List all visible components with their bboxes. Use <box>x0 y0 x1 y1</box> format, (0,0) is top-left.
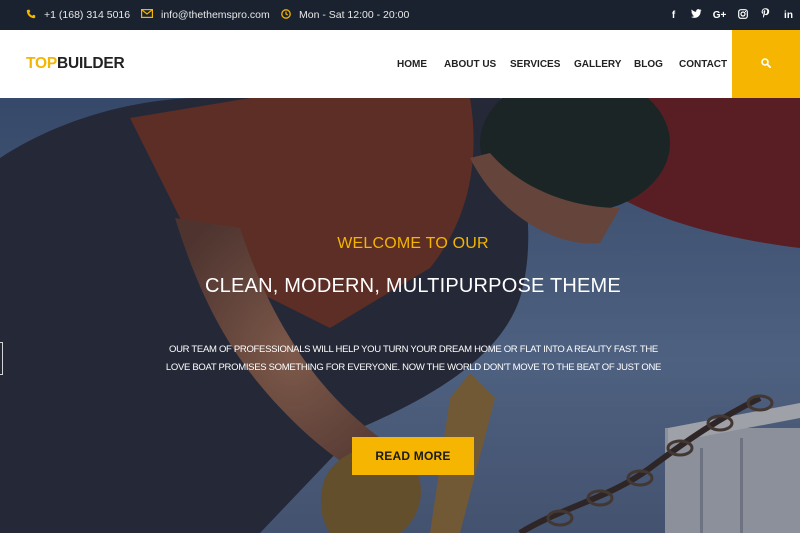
social-links: f G+ in <box>662 0 800 30</box>
phone-text: +1 (168) 314 5016 <box>44 9 131 21</box>
slider-prev-arrow[interactable] <box>0 342 3 375</box>
hours-info: Mon - Sat 12:00 - 20:00 <box>281 0 409 30</box>
linkedin-icon[interactable]: in <box>777 10 800 21</box>
hero-description: OUR TEAM OF PROFESSIONALS WILL HELP YOU … <box>165 341 662 377</box>
facebook-icon[interactable]: f <box>662 10 685 21</box>
hours-text: Mon - Sat 12:00 - 20:00 <box>299 9 410 21</box>
read-more-button[interactable]: READ MORE <box>352 437 474 475</box>
search-button[interactable] <box>732 30 800 98</box>
nav-blog[interactable]: BLOG <box>634 59 663 70</box>
main-header: TOPBUILDER HOME ABOUT US SERVICES GALLER… <box>0 30 800 98</box>
pinterest-icon[interactable] <box>754 8 777 22</box>
top-bar: +1 (168) 314 5016 info@thethemspro.com M… <box>0 0 800 30</box>
hero-description-line-1: OUR TEAM OF PROFESSIONALS WILL HELP YOU … <box>169 344 658 355</box>
envelope-icon <box>141 9 154 21</box>
google-plus-icon[interactable]: G+ <box>708 10 731 21</box>
instagram-icon[interactable] <box>731 8 754 22</box>
logo-part-builder: BUILDER <box>56 55 125 72</box>
email-text: info@thethemspro.com <box>161 9 270 21</box>
hero-description-line-2: LOVE BOAT PROMISES SOMETHING FOR EVERYON… <box>165 362 662 373</box>
nav-gallery[interactable]: GALLERY <box>574 59 621 70</box>
hero-welcome: WELCOME TO OUR <box>337 235 489 252</box>
email-contact[interactable]: info@thethemspro.com <box>141 0 270 30</box>
site-logo[interactable]: TOPBUILDER <box>26 55 125 73</box>
nav-services[interactable]: SERVICES <box>510 59 560 70</box>
phone-contact[interactable]: +1 (168) 314 5016 <box>26 0 130 30</box>
logo-part-top: TOP <box>26 55 57 72</box>
hero-slider: WELCOME TO OUR CLEAN, MODERN, MULTIPURPO… <box>0 98 800 533</box>
nav-contact[interactable]: CONTACT <box>679 59 727 70</box>
hero-headline: CLEAN, MODERN, MULTIPURPOSE THEME <box>205 275 621 297</box>
nav-home[interactable]: HOME <box>397 59 427 70</box>
phone-icon <box>26 9 36 22</box>
twitter-icon[interactable] <box>685 9 708 21</box>
search-icon <box>761 55 772 73</box>
clock-icon <box>281 8 291 22</box>
nav-about-us[interactable]: ABOUT US <box>444 59 496 70</box>
